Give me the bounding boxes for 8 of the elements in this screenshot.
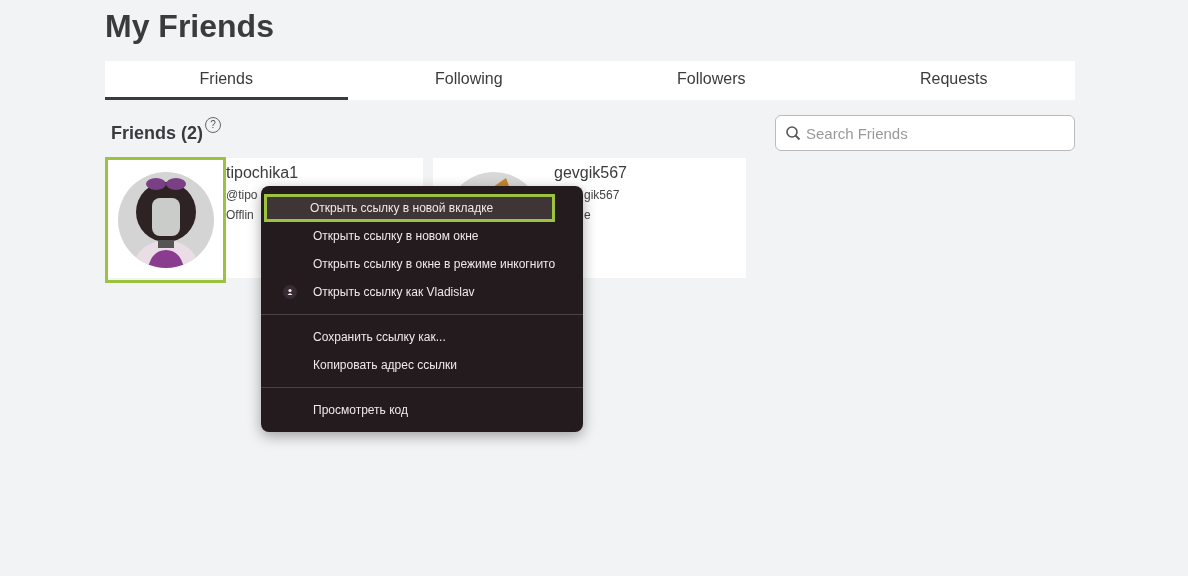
friend-status: e (584, 208, 591, 222)
page-title: My Friends (105, 7, 275, 46)
friend-handle: @tipo (226, 188, 258, 202)
friend-name: gevgik567 (554, 164, 627, 182)
section-heading: Friends (2) (111, 122, 203, 144)
friend-status: Offlin (226, 208, 254, 222)
friend-handle: gik567 (584, 188, 620, 202)
friend-name: tipochika1 (226, 164, 299, 182)
